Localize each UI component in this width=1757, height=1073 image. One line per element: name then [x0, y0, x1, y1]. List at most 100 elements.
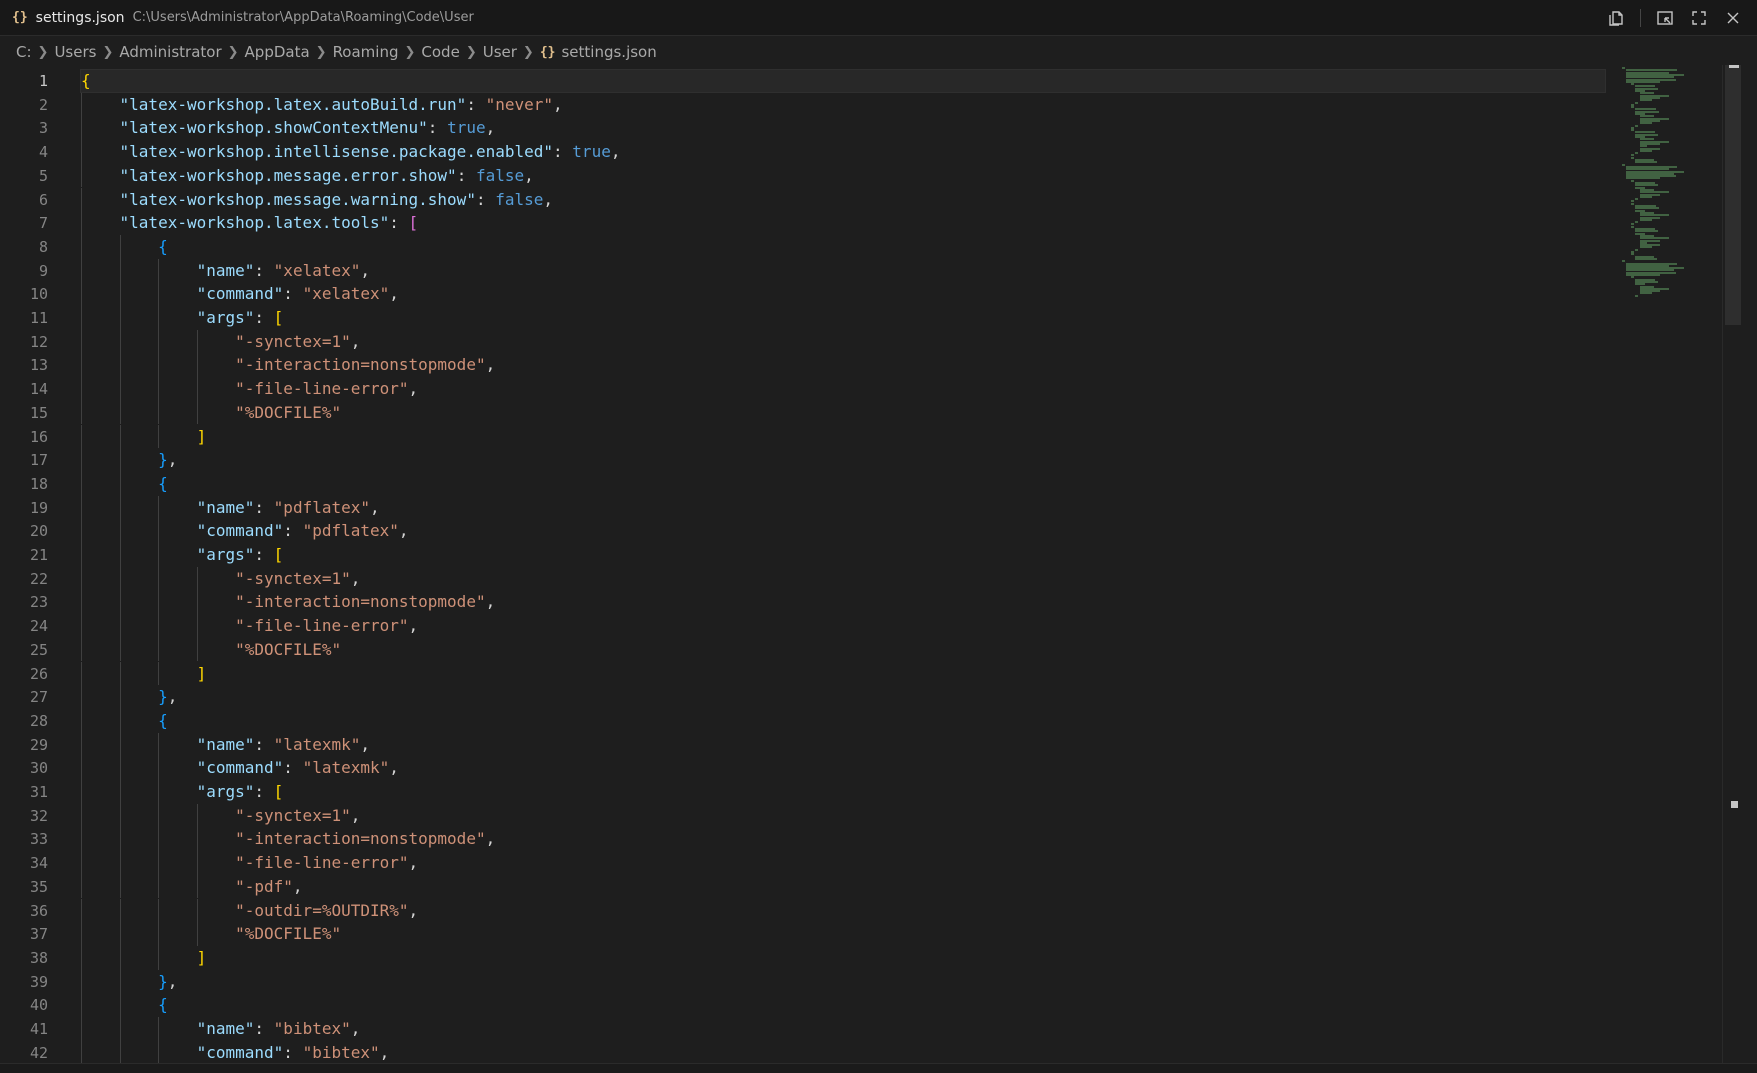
code-line[interactable]: "latex-workshop.showContextMenu": true, — [81, 116, 496, 140]
line-number[interactable]: 12 — [0, 330, 48, 354]
code-line[interactable]: "latex-workshop.latex.autoBuild.run": "n… — [81, 93, 563, 117]
line-number[interactable]: 32 — [0, 804, 48, 828]
line-number[interactable]: 8 — [0, 235, 48, 259]
code-line[interactable]: ] — [81, 946, 207, 970]
code-line[interactable]: { — [81, 235, 168, 259]
line-number[interactable]: 30 — [0, 756, 48, 780]
breadcrumb-segment-code[interactable]: Code — [421, 43, 459, 61]
line-number[interactable]: 25 — [0, 638, 48, 662]
line-number[interactable]: 3 — [0, 116, 48, 140]
line-number[interactable]: 26 — [0, 662, 48, 686]
code-line[interactable]: "-file-line-error", — [81, 851, 418, 875]
code-line[interactable]: "name": "xelatex", — [81, 259, 370, 283]
code-line[interactable]: "name": "pdflatex", — [81, 496, 380, 520]
minimap[interactable] — [1612, 65, 1722, 1063]
code-line[interactable]: "-interaction=nonstopmode", — [81, 827, 495, 851]
line-number[interactable]: 21 — [0, 543, 48, 567]
line-number[interactable]: 41 — [0, 1017, 48, 1041]
line-number[interactable]: 22 — [0, 567, 48, 591]
code-line[interactable]: "-outdir=%OUTDIR%", — [81, 899, 418, 923]
code-line[interactable]: "command": "pdflatex", — [81, 519, 409, 543]
code-line[interactable]: "args": [ — [81, 780, 284, 804]
close-icon[interactable] — [1723, 8, 1743, 28]
line-number[interactable]: 9 — [0, 259, 48, 283]
line-number[interactable]: 39 — [0, 970, 48, 994]
line-number[interactable]: 1 — [0, 69, 48, 93]
copy-path-icon[interactable] — [1606, 8, 1626, 28]
breadcrumb-segment-appdata[interactable]: AppData — [245, 43, 310, 61]
code-line[interactable]: "latex-workshop.message.error.show": fal… — [81, 164, 534, 188]
line-number[interactable]: 17 — [0, 448, 48, 472]
maximize-icon[interactable] — [1689, 8, 1709, 28]
code-line[interactable]: "name": "latexmk", — [81, 733, 370, 757]
breadcrumb-segment-user[interactable]: User — [483, 43, 517, 61]
code-line[interactable]: "latex-workshop.intellisense.package.ena… — [81, 140, 621, 164]
code-line[interactable]: ] — [81, 425, 207, 449]
code-line[interactable]: "command": "xelatex", — [81, 282, 399, 306]
line-number[interactable]: 16 — [0, 425, 48, 449]
code-line[interactable]: "latex-workshop.latex.tools": [ — [81, 211, 419, 235]
breadcrumb-segment-drive[interactable]: C: — [16, 43, 32, 61]
line-number[interactable]: 14 — [0, 377, 48, 401]
line-number[interactable]: 18 — [0, 472, 48, 496]
code-line[interactable]: "-interaction=nonstopmode", — [81, 590, 495, 614]
breadcrumb-segment-administrator[interactable]: Administrator — [119, 43, 221, 61]
code-line[interactable]: "command": "bibtex", — [81, 1041, 390, 1063]
line-number[interactable]: 37 — [0, 922, 48, 946]
line-number[interactable]: 34 — [0, 851, 48, 875]
code-line[interactable]: "-interaction=nonstopmode", — [81, 353, 495, 377]
code-line[interactable]: }, — [81, 448, 177, 472]
code-line[interactable]: "%DOCFILE%" — [81, 922, 341, 946]
line-number[interactable]: 33 — [0, 827, 48, 851]
code-line[interactable]: "-synctex=1", — [81, 804, 360, 828]
code-line[interactable]: "%DOCFILE%" — [81, 401, 341, 425]
line-number[interactable]: 28 — [0, 709, 48, 733]
code-line[interactable]: "-pdf", — [81, 875, 302, 899]
line-number[interactable]: 19 — [0, 496, 48, 520]
line-number[interactable]: 27 — [0, 685, 48, 709]
code-line[interactable]: "args": [ — [81, 306, 284, 330]
code-line[interactable]: { — [81, 993, 168, 1017]
code-line[interactable]: "latex-workshop.message.warning.show": f… — [81, 188, 554, 212]
code-line[interactable]: "%DOCFILE%" — [81, 638, 341, 662]
code-line[interactable]: "-file-line-error", — [81, 614, 418, 638]
line-number[interactable]: 13 — [0, 353, 48, 377]
scrollbar-thumb[interactable] — [1725, 65, 1741, 325]
active-file-name[interactable]: settings.json — [36, 10, 125, 26]
code-line[interactable]: { — [81, 709, 168, 733]
code-line[interactable]: { — [81, 472, 168, 496]
line-number[interactable]: 7 — [0, 211, 48, 235]
breadcrumb-segment-roaming[interactable]: Roaming — [333, 43, 399, 61]
line-number[interactable]: 35 — [0, 875, 48, 899]
code-line[interactable]: "-file-line-error", — [81, 377, 418, 401]
code-line[interactable]: }, — [81, 685, 177, 709]
line-number[interactable]: 23 — [0, 590, 48, 614]
code-line[interactable]: "name": "bibtex", — [81, 1017, 361, 1041]
line-number[interactable]: 40 — [0, 993, 48, 1017]
line-number[interactable]: 11 — [0, 306, 48, 330]
code-line[interactable]: "command": "latexmk", — [81, 756, 399, 780]
code-line[interactable]: }, — [81, 970, 177, 994]
line-number[interactable]: 42 — [0, 1041, 48, 1063]
line-number[interactable]: 36 — [0, 899, 48, 923]
line-number[interactable]: 6 — [0, 188, 48, 212]
breadcrumb-file[interactable]: settings.json — [561, 43, 656, 61]
vertical-scrollbar[interactable] — [1722, 65, 1744, 1063]
line-number[interactable]: 31 — [0, 780, 48, 804]
line-number[interactable]: 24 — [0, 614, 48, 638]
code-line[interactable]: "-synctex=1", — [81, 567, 360, 591]
line-number[interactable]: 29 — [0, 733, 48, 757]
line-number-gutter[interactable]: 1 2 3 4 5 6 7 8 9 10 11 12 13 14 15 16 17 18 19 20 21 22 23 24 2… — [0, 65, 72, 1063]
code-editor[interactable]: 1 2 3 4 5 6 7 8 9 10 11 12 13 14 15 16 17 18 19 20 21 22 23 24 2… — [0, 65, 1612, 1063]
line-number[interactable]: 4 — [0, 140, 48, 164]
line-number[interactable]: 2 — [0, 93, 48, 117]
line-number[interactable]: 10 — [0, 282, 48, 306]
open-changes-icon[interactable] — [1655, 8, 1675, 28]
line-number[interactable]: 38 — [0, 946, 48, 970]
code-line[interactable]: ] — [81, 662, 207, 686]
line-number[interactable]: 20 — [0, 519, 48, 543]
line-number[interactable]: 15 — [0, 401, 48, 425]
code-line[interactable]: { — [81, 69, 91, 93]
code-line[interactable]: "args": [ — [81, 543, 284, 567]
breadcrumb-segment-users[interactable]: Users — [54, 43, 96, 61]
